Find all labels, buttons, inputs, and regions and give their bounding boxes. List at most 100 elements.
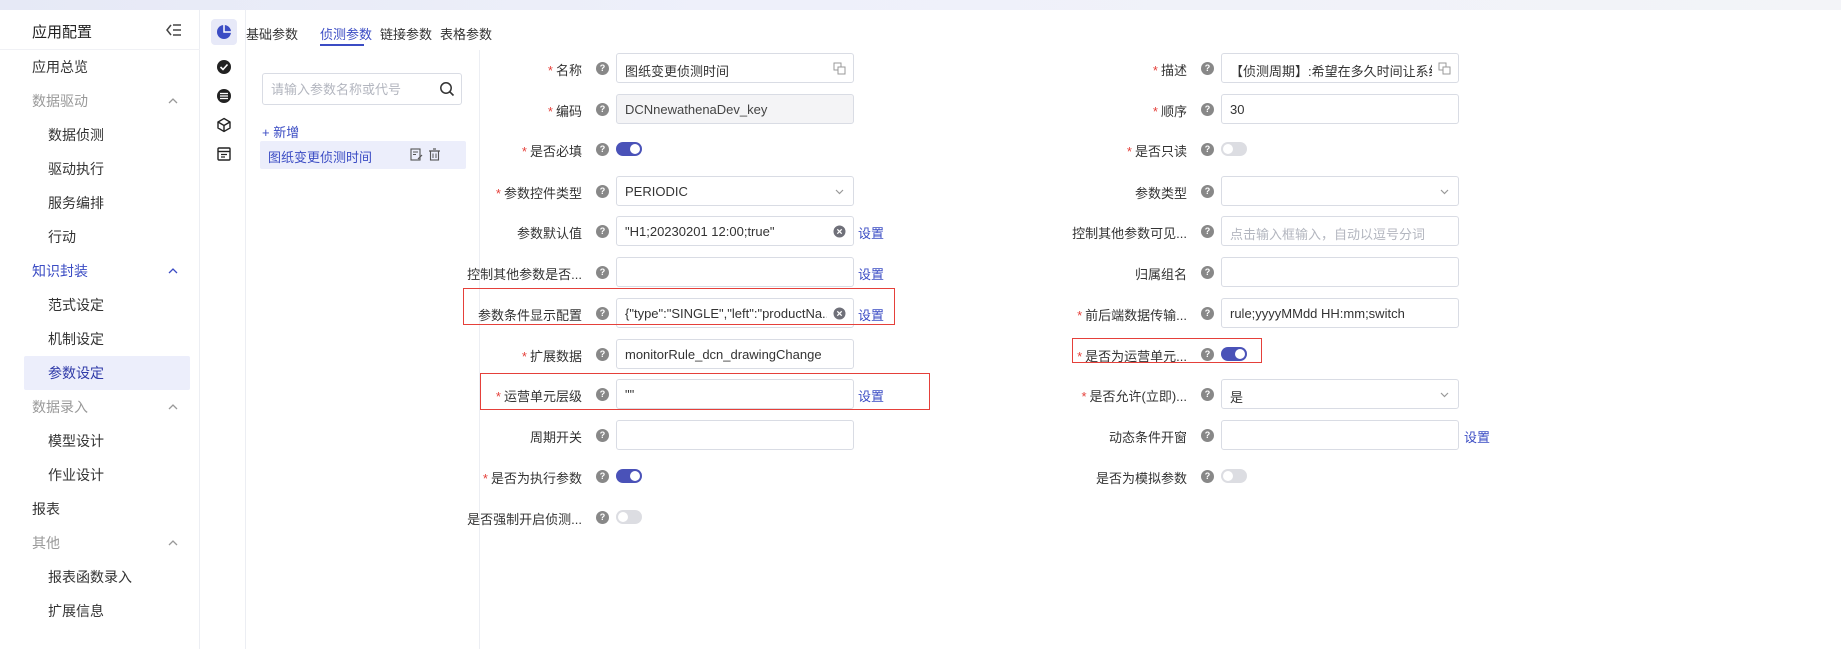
set-link-default_value[interactable]: 设置 [858, 223, 884, 242]
chevron-down-icon[interactable] [1438, 185, 1451, 198]
tab-table-params[interactable]: 表格参数 [440, 24, 492, 43]
help-icon[interactable]: ? [1201, 225, 1214, 238]
chevron-up-icon[interactable] [168, 538, 178, 548]
help-icon[interactable]: ? [1201, 266, 1214, 279]
sidebar-item[interactable]: 范式设定 [0, 288, 200, 322]
edit-icon[interactable] [410, 148, 423, 161]
help-icon[interactable]: ? [596, 103, 609, 116]
rail-parameter-button[interactable] [211, 19, 237, 45]
add-param-button[interactable]: + 新增 [262, 122, 299, 141]
translate-icon[interactable] [1438, 62, 1451, 75]
tab-detect-params[interactable]: 侦测参数 [320, 24, 372, 43]
rail-doc-button[interactable] [211, 141, 237, 167]
sidebar-item[interactable]: 扩展信息 [0, 594, 200, 628]
field-label-text: 参数默认值 [516, 226, 582, 241]
sidebar-item[interactable]: 报表函数录入 [0, 560, 200, 594]
help-icon[interactable]: ? [1201, 143, 1214, 156]
translate-icon[interactable] [833, 62, 846, 75]
chevron-down-icon[interactable] [833, 185, 846, 198]
help-icon[interactable]: ? [1201, 429, 1214, 442]
tab-link-params[interactable]: 链接参数 [380, 24, 432, 43]
sidebar-item[interactable]: 参数设定 [24, 356, 190, 390]
tab-basic-params[interactable]: 基础参数 [246, 24, 298, 43]
help-icon[interactable]: ? [1201, 185, 1214, 198]
input-default_value[interactable]: "H1;20230201 12:00;true" [616, 216, 854, 246]
required-mark: * [495, 186, 501, 201]
help-icon[interactable]: ? [596, 185, 609, 198]
help-icon[interactable]: ? [1201, 388, 1214, 401]
rail-check-button[interactable] [211, 54, 237, 80]
sidebar-item[interactable]: 服务编排 [0, 186, 200, 220]
rail-cube-button[interactable] [211, 112, 237, 138]
help-icon[interactable]: ? [596, 470, 609, 483]
help-icon[interactable]: ? [596, 62, 609, 75]
sidebar-item[interactable]: 数据侦测 [0, 118, 200, 152]
input-value-order: 30 [1230, 102, 1245, 117]
chevron-up-icon[interactable] [168, 96, 178, 106]
toggle-force_open[interactable] [616, 510, 642, 524]
help-icon[interactable]: ? [596, 266, 609, 279]
input-dynamic_popup[interactable] [1221, 420, 1459, 450]
field-label-text: 编码 [555, 104, 582, 119]
chevron-up-icon[interactable] [168, 266, 178, 276]
toggle-required[interactable] [616, 142, 642, 156]
form-row-force_open: 是否强制开启侦测... [467, 502, 582, 532]
field-label-text: 周期开关 [529, 430, 582, 445]
input-control_type[interactable]: PERIODIC [616, 176, 854, 206]
sidebar-item[interactable]: 行动 [0, 220, 200, 254]
input-control_other[interactable] [616, 257, 854, 287]
toggle-is_exec_param[interactable] [616, 469, 642, 483]
sidebar-item[interactable]: 报表 [0, 492, 200, 526]
search-icon[interactable] [439, 81, 455, 97]
input-desc[interactable]: 【侦测周期】:希望在多久时间让系统侦... [1221, 53, 1459, 83]
sidebar-item[interactable]: 模型设计 [0, 424, 200, 458]
help-icon[interactable]: ? [1201, 62, 1214, 75]
input-control_visible[interactable]: 点击输入框输入，自动以逗号分词 [1221, 216, 1459, 246]
sidebar-item[interactable]: 其他 [0, 526, 200, 560]
required-mark: * [1077, 308, 1083, 323]
input-group_name[interactable] [1221, 257, 1459, 287]
chevron-down-icon[interactable] [1438, 388, 1451, 401]
collapse-menu-icon[interactable] [165, 22, 183, 38]
sidebar-item[interactable]: 应用总览 [0, 50, 200, 84]
help-icon[interactable]: ? [1201, 103, 1214, 116]
chevron-up-icon[interactable] [168, 402, 178, 412]
sidebar-item[interactable]: 数据驱动 [0, 84, 200, 118]
field-label-text: 是否为执行参数 [490, 471, 582, 486]
help-icon[interactable]: ? [596, 429, 609, 442]
sidebar-item[interactable]: 数据录入 [0, 390, 200, 424]
form-row-desc: * 描述 [887, 53, 1187, 83]
sidebar-item[interactable]: 作业设计 [0, 458, 200, 492]
toggle-readonly[interactable] [1221, 142, 1247, 156]
rail-list-button[interactable] [211, 83, 237, 109]
help-icon[interactable]: ? [596, 225, 609, 238]
help-icon[interactable]: ? [1201, 307, 1214, 320]
form-row-is_sim_param: 是否为模拟参数 [887, 461, 1187, 491]
clear-icon[interactable] [833, 225, 846, 238]
sidebar-item-label: 扩展信息 [48, 603, 104, 619]
input-param_type[interactable] [1221, 176, 1459, 206]
input-fe_be_transfer[interactable]: rule;yyyyMMdd HH:mm;switch [1221, 298, 1459, 328]
input-ext_data[interactable]: monitorRule_dcn_drawingChange [616, 339, 854, 369]
set-link-control_other[interactable]: 设置 [858, 264, 884, 283]
delete-icon[interactable] [428, 148, 441, 161]
input-period_switch[interactable] [616, 420, 854, 450]
sidebar-item-label: 知识封装 [32, 263, 88, 279]
help-icon[interactable]: ? [596, 143, 609, 156]
form-row-allow_now: * 是否允许(立即)... [887, 379, 1187, 409]
help-icon[interactable]: ? [596, 511, 609, 524]
sidebar-item[interactable]: 机制设定 [0, 322, 200, 356]
input-order[interactable]: 30 [1221, 94, 1459, 124]
sidebar-item[interactable]: 驱动执行 [0, 152, 200, 186]
help-icon[interactable]: ? [596, 348, 609, 361]
input-code[interactable]: DCNnewathenaDev_key [616, 94, 854, 124]
param-search-input[interactable] [271, 80, 431, 98]
input-name[interactable]: 图纸变更侦测时间 [616, 53, 854, 83]
param-list-item[interactable]: 图纸变更侦测时间 [260, 141, 466, 169]
input-allow_now[interactable]: 是 [1221, 379, 1459, 409]
form-row-control_visible: 控制其他参数可见... [887, 216, 1187, 246]
help-icon[interactable]: ? [1201, 470, 1214, 483]
sidebar-item[interactable]: 知识封装 [0, 254, 200, 288]
toggle-is_sim_param[interactable] [1221, 469, 1247, 483]
set-link-dynamic_popup[interactable]: 设置 [1464, 427, 1490, 446]
